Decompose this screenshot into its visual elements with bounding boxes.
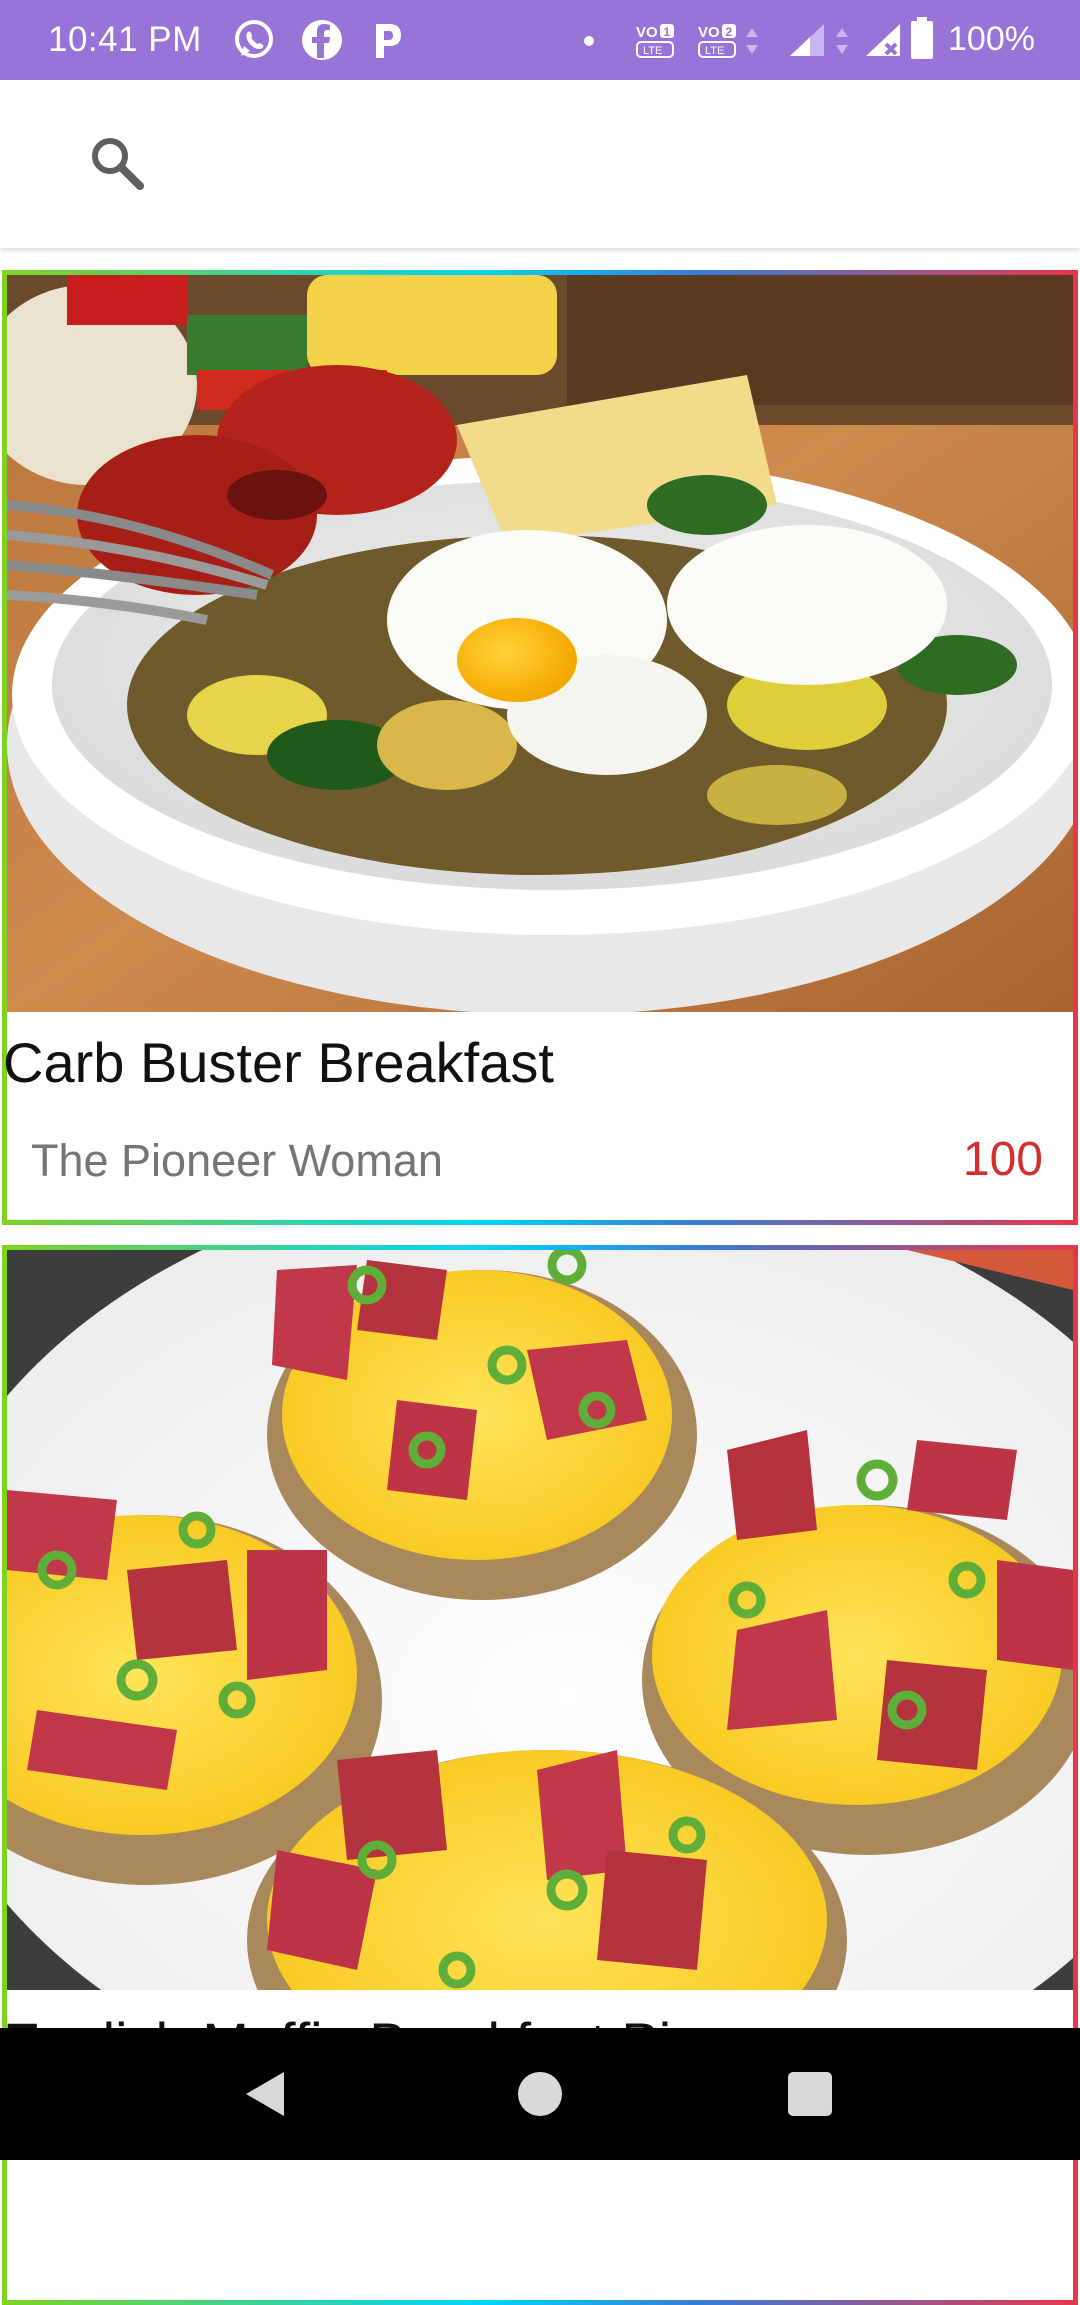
recents-icon[interactable] <box>780 2064 840 2124</box>
food-photo <box>7 275 1073 1012</box>
notification-dot <box>584 36 594 46</box>
food-photo <box>7 1250 1073 1990</box>
back-icon[interactable] <box>238 2064 298 2124</box>
recipe-card[interactable]: Carb Buster Breakfast The Pioneer Woman … <box>2 270 1078 1225</box>
volte1-icon: VO 1 LTE <box>636 24 674 58</box>
svg-text:1: 1 <box>664 25 671 39</box>
paytm-icon <box>376 24 401 58</box>
svg-text:LTE: LTE <box>643 45 662 57</box>
status-bar: 10:41 PM VO 1 LTE VO 2 LTE 100% <box>0 0 1080 80</box>
search-icon[interactable] <box>82 128 154 200</box>
recipe-image[interactable] <box>7 275 1073 1012</box>
recipe-image[interactable] <box>7 1250 1073 1990</box>
whatsapp-icon <box>235 20 273 58</box>
status-time: 10:41 PM <box>48 20 202 59</box>
recipe-score: 100 <box>962 1133 1043 1186</box>
battery-percent: 100% <box>948 20 1035 58</box>
recipe-title[interactable]: Carb Buster Breakfast <box>3 1030 554 1095</box>
signal-sim2-icon <box>866 24 900 56</box>
svg-text:LTE: LTE <box>705 45 724 57</box>
battery-icon <box>911 17 933 59</box>
svg-text:2: 2 <box>726 25 733 39</box>
facebook-icon <box>302 20 342 60</box>
svg-text:VO: VO <box>698 24 720 41</box>
home-icon[interactable] <box>510 2064 570 2124</box>
top-app-bar <box>0 80 1080 248</box>
recipe-source: The Pioneer Woman <box>31 1135 443 1186</box>
navigation-bar <box>0 2028 1080 2160</box>
data-arrows-icon-2 <box>836 28 848 54</box>
svg-text:VO: VO <box>636 24 658 41</box>
data-arrows-icon <box>746 28 758 54</box>
signal-sim1-icon <box>790 24 824 56</box>
volte2-icon: VO 2 LTE <box>698 24 736 58</box>
